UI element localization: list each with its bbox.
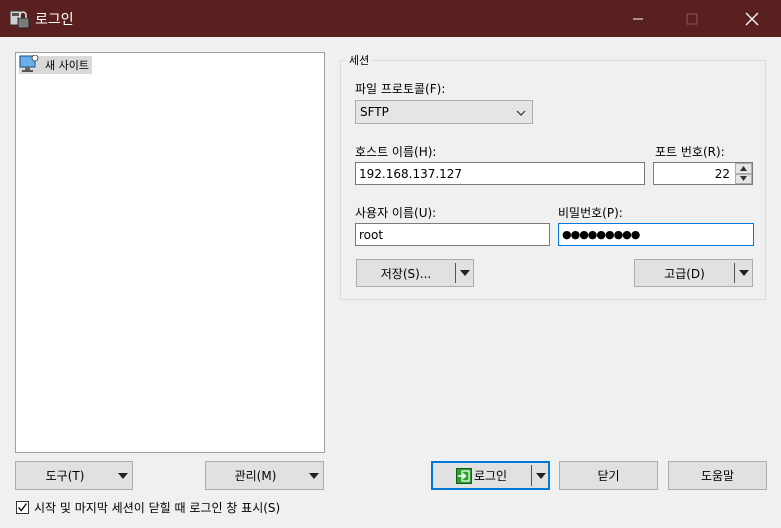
- spin-down-button[interactable]: [735, 173, 752, 184]
- close-button[interactable]: 닫기: [559, 461, 658, 490]
- port-spinner[interactable]: 22: [653, 162, 753, 185]
- login-split-button[interactable]: 로그인: [431, 461, 550, 490]
- password-label: 비밀번호(P):: [558, 206, 623, 220]
- login-dropdown-arrow-icon[interactable]: [532, 462, 549, 489]
- save-split-button[interactable]: 저장(S)...: [356, 259, 474, 287]
- login-button-label: 로그인: [473, 469, 508, 483]
- password-input[interactable]: ●●●●●●●●●: [558, 223, 754, 246]
- protocol-value: SFTP: [360, 105, 389, 119]
- site-tree[interactable]: 새 사이트: [15, 52, 325, 453]
- port-label: 포트 번호(R):: [655, 145, 725, 159]
- chevron-down-icon: [516, 107, 526, 121]
- advanced-dropdown-arrow-icon[interactable]: [735, 260, 753, 286]
- show-login-checkbox-label: 시작 및 마지막 세션이 닫힐 때 로그인 창 표시(S): [34, 501, 281, 515]
- tree-item-label: 새 사이트: [45, 59, 89, 72]
- tools-button[interactable]: 도구(T): [16, 462, 114, 489]
- tools-split-button[interactable]: 도구(T): [15, 461, 133, 490]
- manage-split-button[interactable]: 관리(M): [205, 461, 324, 490]
- username-input[interactable]: root: [355, 223, 550, 246]
- advanced-split-button[interactable]: 고급(D): [634, 259, 753, 287]
- title-bar: 로그인: [0, 0, 781, 37]
- winscp-app-icon: [9, 8, 31, 30]
- window-title: 로그인: [35, 12, 74, 28]
- help-button[interactable]: 도움말: [668, 461, 767, 490]
- minimize-button[interactable]: [615, 0, 661, 37]
- manage-dropdown-arrow-icon[interactable]: [305, 462, 323, 489]
- protocol-select[interactable]: SFTP: [355, 100, 533, 124]
- save-dropdown-arrow-icon[interactable]: [456, 260, 474, 286]
- tools-dropdown-arrow-icon[interactable]: [114, 462, 132, 489]
- show-login-checkbox[interactable]: [16, 501, 29, 514]
- monitor-icon: [19, 54, 39, 76]
- host-label: 호스트 이름(H):: [355, 145, 437, 159]
- session-group-title: 세션: [346, 52, 373, 68]
- close-window-button[interactable]: [729, 0, 775, 37]
- login-icon: [455, 467, 472, 484]
- protocol-label: 파일 프로토콜(F):: [355, 82, 446, 96]
- tree-item-new-site[interactable]: 새 사이트: [19, 54, 92, 76]
- save-button[interactable]: 저장(S)...: [357, 260, 455, 286]
- advanced-button[interactable]: 고급(D): [635, 260, 734, 286]
- show-login-checkbox-row[interactable]: 시작 및 마지막 세션이 닫힐 때 로그인 창 표시(S): [16, 499, 280, 516]
- username-label: 사용자 이름(U):: [355, 206, 437, 220]
- maximize-button: [669, 0, 715, 37]
- host-input[interactable]: 192.168.137.127: [355, 162, 645, 185]
- login-button[interactable]: 로그인: [432, 462, 531, 489]
- manage-button[interactable]: 관리(M): [206, 462, 305, 489]
- spin-up-button[interactable]: [735, 163, 752, 174]
